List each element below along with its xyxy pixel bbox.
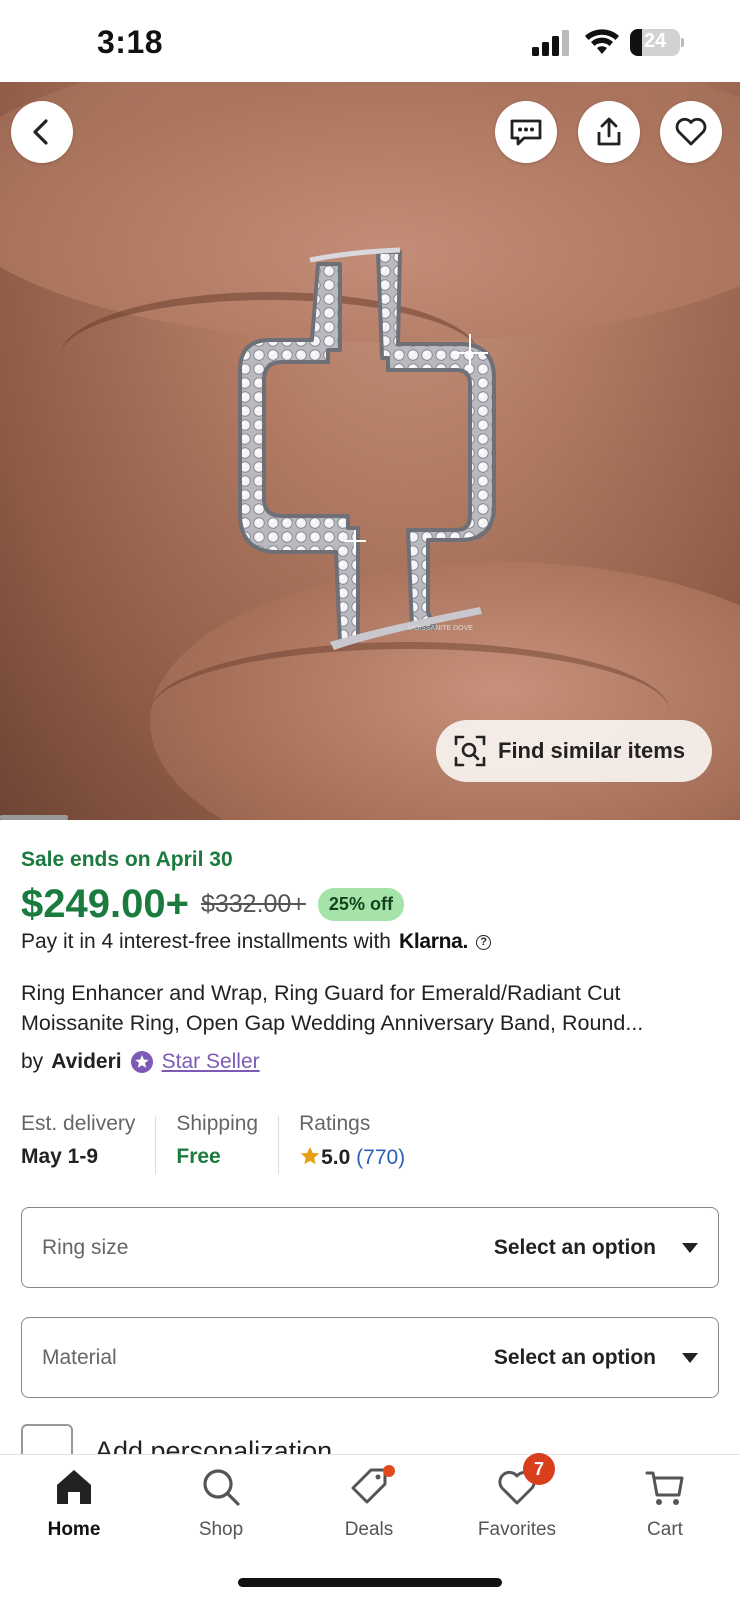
shipping-label: Shipping: [176, 1112, 259, 1135]
divider: [155, 1116, 157, 1174]
star-seller-icon: [130, 1051, 153, 1073]
star-seller-link[interactable]: Star Seller: [162, 1050, 260, 1074]
ratings-info[interactable]: Ratings 5.0 (770): [299, 1112, 425, 1174]
nav-cart[interactable]: Cart: [600, 1465, 730, 1541]
discount-badge: 25% off: [317, 887, 404, 921]
ring-size-select[interactable]: Ring size Select an option: [21, 1207, 719, 1288]
search-icon: [203, 1469, 240, 1506]
message-icon: [510, 119, 542, 146]
nav-deals[interactable]: Deals: [304, 1465, 434, 1541]
visual-search-icon: [454, 735, 486, 767]
image-watermark: MOISSANITE DOVE: [408, 625, 473, 632]
original-price: $332.00+: [200, 889, 306, 918]
favorite-button[interactable]: [660, 101, 722, 163]
find-similar-button[interactable]: Find similar items: [436, 720, 712, 782]
share-icon: [597, 117, 621, 146]
installments-text: Pay it in 4 interest-free installments w…: [21, 930, 391, 953]
ring-illustration: MOISSANITE DOVE: [238, 247, 496, 650]
delivery-info: Est. delivery May 1-9: [21, 1112, 155, 1174]
star-icon: [300, 1146, 320, 1165]
klarna-logo: Klarna.: [398, 930, 469, 953]
delivery-label: Est. delivery: [21, 1112, 136, 1135]
ring-size-value: Select an option: [493, 1235, 656, 1259]
caret-down-icon: [682, 1352, 698, 1363]
delivery-value: May 1-9: [21, 1145, 99, 1168]
material-select[interactable]: Material Select an option: [21, 1317, 719, 1398]
nav-deals-label: Deals: [344, 1519, 394, 1540]
wifi-icon: [585, 29, 619, 54]
home-indicator: [238, 1578, 502, 1587]
caret-down-icon: [682, 1242, 698, 1253]
klarna-installments[interactable]: Pay it in 4 interest-free installments w…: [21, 930, 492, 954]
rating-score: 5.0: [321, 1146, 351, 1169]
battery-level: 24: [643, 30, 667, 52]
message-seller-button[interactable]: [495, 101, 557, 163]
home-icon: [57, 1470, 91, 1504]
nav-favorites[interactable]: 7 Favorites: [452, 1453, 582, 1541]
find-similar-label: Find similar items: [498, 738, 686, 763]
nav-home[interactable]: Home: [9, 1465, 139, 1541]
heart-icon: [675, 117, 707, 146]
material-value: Select an option: [493, 1345, 656, 1369]
image-carousel-indicator: [0, 815, 68, 820]
rating-count[interactable]: (770): [356, 1146, 405, 1169]
help-icon[interactable]: ?: [476, 934, 492, 950]
seller-row: by Avideri Star Seller: [21, 1050, 260, 1074]
share-button[interactable]: [578, 101, 640, 163]
current-price: $249.00+: [21, 881, 189, 926]
ratings-value[interactable]: 5.0 (770): [299, 1145, 405, 1170]
cart-icon: [645, 1471, 684, 1505]
product-image[interactable]: MOISSANITE DOVE: [0, 82, 740, 820]
favorites-badge: 7: [523, 1453, 555, 1485]
cellular-signal-icon: [532, 30, 569, 56]
seller-name[interactable]: Avideri: [51, 1050, 121, 1074]
seller-prefix: by: [21, 1050, 44, 1073]
status-bar: 3:18 24: [0, 0, 740, 82]
ratings-label: Ratings: [299, 1112, 371, 1135]
nav-home-label: Home: [47, 1519, 101, 1540]
nav-shop[interactable]: Shop: [156, 1465, 286, 1541]
favorites-icon-wrap: 7: [495, 1453, 555, 1509]
divider: [278, 1116, 280, 1174]
product-title[interactable]: Ring Enhancer and Wrap, Ring Guard for E…: [21, 978, 721, 1038]
battery-icon: 24: [630, 29, 684, 56]
back-arrow-icon: [33, 119, 48, 145]
deals-icon-wrap: [347, 1465, 395, 1509]
ring-size-label: Ring size: [42, 1235, 129, 1259]
nav-cart-label: Cart: [647, 1519, 683, 1540]
status-time: 3:18: [97, 24, 164, 60]
nav-shop-label: Shop: [198, 1519, 244, 1540]
nav-favorites-label: Favorites: [477, 1519, 557, 1540]
back-button[interactable]: [11, 101, 73, 163]
material-label: Material: [42, 1345, 117, 1369]
shipping-info: Shipping Free: [176, 1112, 278, 1174]
shipping-value: Free: [176, 1145, 221, 1168]
sale-ends-text: Sale ends on April 30: [21, 848, 233, 871]
deals-notification-dot: [383, 1465, 395, 1477]
price-row: $249.00+ $332.00+ 25% off: [21, 878, 404, 930]
product-info-columns: Est. delivery May 1-9 Shipping Free Rati…: [21, 1112, 425, 1174]
